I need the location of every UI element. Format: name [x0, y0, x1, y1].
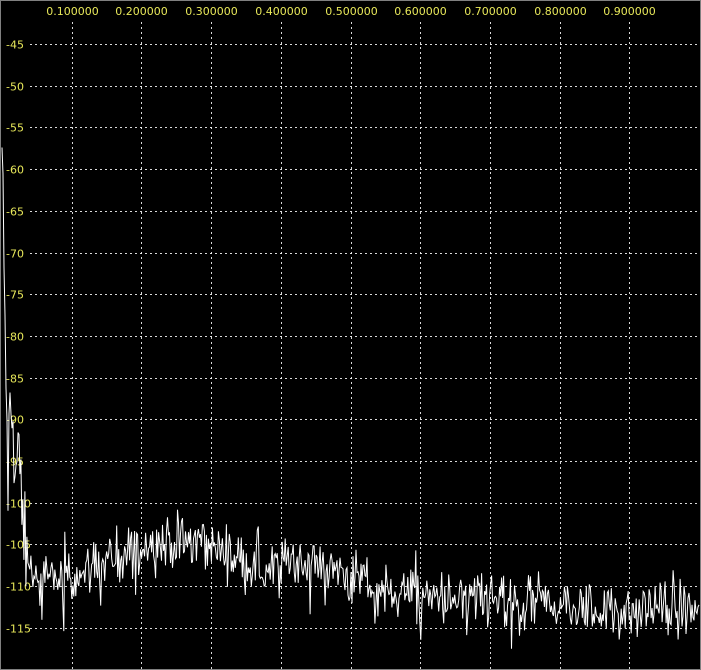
x-tick-label: 0.400000 — [255, 5, 308, 18]
y-tick-label: -100 — [6, 498, 31, 511]
x-tick-label: 0.200000 — [115, 5, 168, 18]
y-tick-label: -115 — [6, 623, 31, 636]
x-tick-label: 0.800000 — [534, 5, 587, 18]
y-tick-label: -80 — [6, 331, 24, 344]
y-tick-label: -50 — [6, 81, 24, 94]
x-axis-tick-labels: 0.100000 0.200000 0.300000 0.400000 0.500000… — [46, 5, 656, 18]
y-tick-label: -55 — [6, 122, 24, 135]
y-tick-label: -45 — [6, 39, 24, 52]
y-tick-label: -85 — [6, 373, 24, 386]
y-tick-label: -75 — [6, 289, 24, 302]
y-tick-label: -70 — [6, 248, 24, 261]
x-tick-label: 0.700000 — [464, 5, 517, 18]
spectrum-chart: 0.100000 0.200000 0.300000 0.400000 0.500000… — [0, 0, 701, 670]
x-tick-label: 0.500000 — [325, 5, 378, 18]
y-tick-label: -65 — [6, 206, 24, 219]
x-tick-label: 0.300000 — [185, 5, 238, 18]
y-tick-label: -110 — [6, 581, 31, 594]
y-tick-label: -60 — [6, 164, 24, 177]
x-tick-label: 0.900000 — [603, 5, 656, 18]
x-tick-label: 0.100000 — [46, 5, 99, 18]
x-tick-label: 0.600000 — [394, 5, 447, 18]
